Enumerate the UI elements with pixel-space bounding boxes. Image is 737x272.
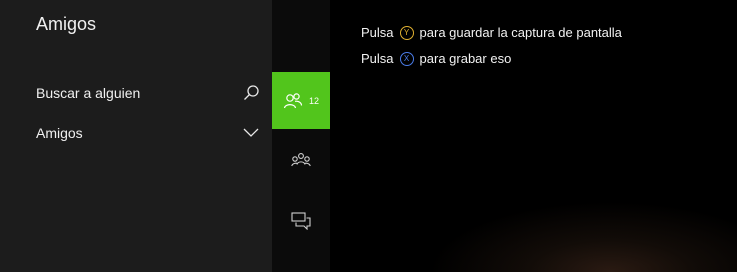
panel-title: Amigos bbox=[36, 14, 97, 34]
hint-text: para grabar eso bbox=[419, 51, 512, 66]
tab-messages[interactable] bbox=[272, 192, 330, 249]
chevron-down-icon bbox=[242, 124, 260, 142]
search-people-button[interactable]: Buscar a alguien bbox=[0, 75, 272, 111]
friends-panel: Amigos Buscar a alguien Amigos bbox=[0, 0, 272, 272]
messages-icon bbox=[291, 211, 311, 230]
friends-dropdown[interactable]: Amigos bbox=[0, 115, 272, 151]
y-button-icon: Y bbox=[399, 25, 414, 40]
hint-prefix: Pulsa bbox=[361, 51, 394, 66]
x-button-icon: X bbox=[399, 51, 414, 66]
capture-save-hint: Pulsa Y para guardar la captura de panta… bbox=[361, 25, 622, 40]
hint-text: para guardar la captura de pantalla bbox=[419, 25, 622, 40]
guide-rail: 12 bbox=[272, 0, 330, 272]
hint-prefix: Pulsa bbox=[361, 25, 394, 40]
game-screen: Pulsa Y para guardar la captura de panta… bbox=[330, 0, 737, 272]
search-label: Buscar a alguien bbox=[36, 85, 141, 101]
record-hint: Pulsa X para grabar eso bbox=[361, 51, 511, 66]
clubs-icon bbox=[291, 151, 311, 169]
tab-friends[interactable]: 12 bbox=[272, 72, 330, 129]
tab-clubs[interactable] bbox=[272, 131, 330, 188]
friends-icon bbox=[283, 92, 303, 110]
search-icon bbox=[242, 84, 260, 102]
friends-dropdown-label: Amigos bbox=[36, 125, 83, 141]
friends-count-badge: 12 bbox=[308, 95, 319, 106]
